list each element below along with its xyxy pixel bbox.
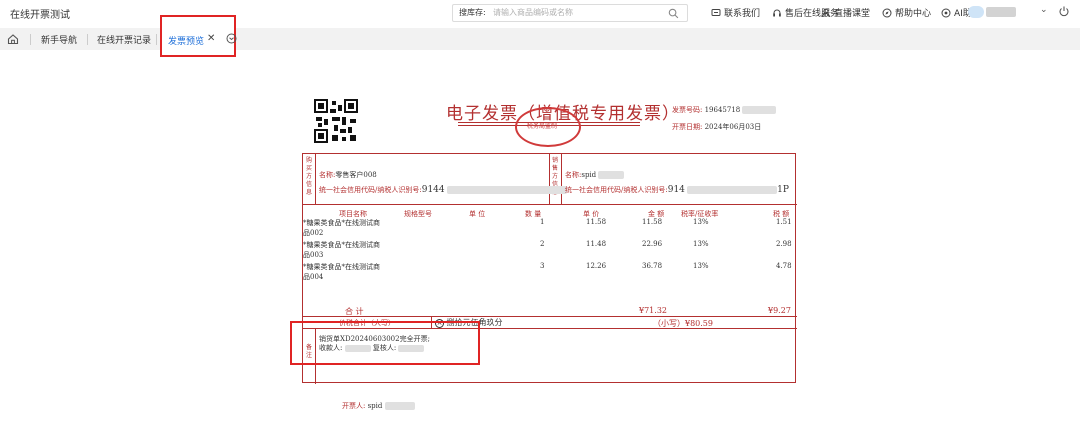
compass-icon [882,8,892,17]
user-name-redacted[interactable] [986,7,1016,17]
more-tabs-icon[interactable] [226,33,237,44]
tab-beginner-guide[interactable]: 新手导航 [41,33,77,46]
item-amount: 11.58 [642,218,663,226]
seller-name-label: 名称: [565,171,582,179]
search-label: 搜库存: [459,8,486,17]
redacted-block [598,171,625,179]
item-price: 11.48 [586,240,607,248]
invoice-number-value: 19645718 [704,106,741,114]
buyer-tax-value: 9144 [421,185,445,195]
sum-amount: ¥71.32 [639,306,667,315]
item-price: 11.58 [586,218,607,226]
tab-invoice-records[interactable]: 在线开票记录 [97,33,151,46]
tab-divider [156,34,157,45]
divider [303,204,797,205]
divider [303,316,797,317]
search-input[interactable]: 请输入商品编码或名称 [493,7,573,18]
column-header: 单 位 [469,210,486,218]
item-tax: 2.98 [776,240,792,248]
invoice-number: 发票号码: 19645718 [672,105,777,115]
item-name-cont: 品004 [303,273,324,281]
help-center-label: 帮助中心 [895,9,932,19]
invoice-date-label: 开票日期: [672,123,703,131]
search-icon[interactable] [668,8,679,19]
item-price: 12.26 [586,262,607,270]
item-amount: 22.96 [642,240,663,248]
redacted-block [742,106,777,114]
chat-icon [711,8,721,16]
remark-highlight-box [290,321,480,365]
buyer-tax-id: 统一社会信用代码/纳税人识别号:9144 [319,185,567,195]
invoice-date: 开票日期: 2024年06月03日 [672,122,761,132]
invoice-preview: 电子发票（增值税专用发票） 税务局监制 发票号码: 19645718 开票日期:… [300,95,800,425]
help-center-link[interactable]: 帮助中心 [882,6,931,19]
headset-icon [773,9,781,16]
buyer-name-value: 零售客户008 [335,171,377,179]
item-tax: 4.78 [776,262,792,270]
buyer-tax-label: 统一社会信用代码/纳税人识别号: [319,186,422,194]
item-name-cont: 品002 [303,229,324,237]
power-icon[interactable] [1058,5,1070,17]
tab-invoice-preview-label: 发票预览 [168,37,205,47]
live-class-label: 直播课堂 [834,9,871,19]
redacted-block [384,402,415,410]
item-tax: 1.51 [776,218,792,226]
invoice-date-value: 2024年06月03日 [704,123,762,131]
search-box[interactable]: 搜库存: 请输入商品编码或名称 [452,4,688,22]
divider [315,154,316,204]
buyer-name: 名称:零售客户008 [319,170,377,180]
seller-tax-tail: 1P [777,185,789,195]
home-icon[interactable] [6,32,20,46]
seller-tax-label: 统一社会信用代码/纳税人识别号: [565,186,668,194]
issuer-label: 开票人: [342,402,366,410]
column-header: 数 量 [525,210,542,218]
item-name-cont: 品003 [303,251,324,259]
item-rate: 13% [693,218,709,226]
ai-icon [941,8,951,17]
issuer-value: spid [367,402,383,410]
tab-divider [30,34,31,45]
seller-name-value: spid [581,171,597,179]
redacted-block [687,186,778,194]
item-name: *糖果类食品*在线测试商 [303,241,380,249]
tab-divider [87,34,88,45]
item-name: *糖果类食品*在线测试商 [303,219,380,227]
live-class-link[interactable]: 直播课堂 [821,6,870,19]
seller-tax-value: 914 [667,185,685,195]
item-name: *糖果类食品*在线测试商 [303,263,380,271]
divider [561,154,562,204]
chevron-down-icon[interactable]: ⌄ [1040,5,1048,15]
buyer-side-label: 购买方信息 [305,157,312,196]
tax-seal-text: 税务局监制 [527,123,558,130]
buyer-name-label: 名称: [319,171,336,179]
seller-tax-id: 统一社会信用代码/纳税人识别号:914 1P [565,185,789,195]
item-qty: 1 [540,218,545,226]
app-title: 在线开票测试 [10,10,70,21]
seller-name: 名称:spid [565,170,625,180]
issuer: 开票人: spid [342,401,415,411]
divider [549,154,550,204]
sum-tax: ¥9.27 [768,306,791,315]
contact-us-label: 联系我们 [724,9,761,19]
item-rate: 13% [693,240,709,248]
item-qty: 3 [540,262,545,270]
item-qty: 2 [540,240,545,248]
tab-invoice-preview[interactable]: 发票预览 ✕ [160,15,236,57]
item-rate: 13% [693,262,709,270]
close-icon[interactable]: ✕ [207,33,215,44]
avatar[interactable] [968,6,984,18]
invoice-number-label: 发票号码: [672,106,703,114]
redacted-block [446,186,567,194]
qr-code-icon [314,99,358,143]
item-amount: 36.78 [642,262,663,270]
contact-us-link[interactable]: 联系我们 [711,6,760,19]
column-header: 规格型号 [404,210,432,218]
person-icon [822,8,830,17]
